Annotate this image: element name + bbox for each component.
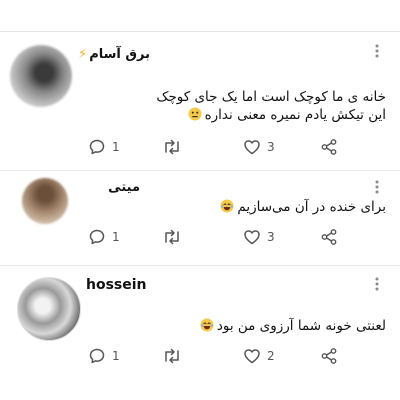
retweet-icon bbox=[165, 348, 179, 364]
more-options-icon[interactable] bbox=[373, 180, 381, 194]
comment-line-1: خانه ی ما کوچک است اما یک جای کوچک bbox=[156, 89, 386, 105]
retweet-button[interactable] bbox=[162, 226, 188, 248]
retweet-icon bbox=[165, 229, 179, 245]
lightning-icon: ⚡ bbox=[78, 47, 88, 62]
reply-icon bbox=[89, 139, 105, 155]
author-name-text: برق آسام bbox=[89, 47, 150, 62]
comment-2: میتی برای خنده در آن می‌سازیم 1 3 bbox=[0, 170, 400, 265]
comment-3: hossein لعنتی خونه شما آرزوی من بود 1 2 bbox=[0, 265, 400, 400]
share-button[interactable] bbox=[320, 226, 338, 248]
share-icon bbox=[321, 139, 337, 155]
share-icon bbox=[321, 229, 337, 245]
like-button[interactable]: 3 bbox=[243, 136, 275, 158]
reply-button[interactable]: 1 bbox=[88, 136, 120, 158]
comment-text: خانه ی ما کوچک است اما یک جای کوچک این ت… bbox=[156, 88, 386, 124]
comment-1: برق آسام⚡ خانه ی ما کوچک است اما یک جای … bbox=[0, 0, 400, 170]
avatar[interactable] bbox=[10, 45, 72, 107]
comment-line-2: این تیکش یادم نمیره معنی نداره bbox=[156, 106, 386, 124]
share-button[interactable] bbox=[320, 345, 338, 367]
heart-icon bbox=[244, 230, 260, 245]
reply-icon bbox=[89, 229, 105, 245]
author-name[interactable]: برق آسام⚡ bbox=[78, 47, 150, 62]
comment-line-2-text: این تیکش یادم نمیره معنی نداره bbox=[204, 107, 386, 123]
heart-icon bbox=[244, 349, 260, 364]
reply-count: 1 bbox=[112, 140, 120, 154]
like-button[interactable]: 2 bbox=[243, 345, 275, 367]
action-bar: 1 3 bbox=[0, 136, 400, 158]
heart-icon bbox=[244, 140, 260, 155]
like-count: 3 bbox=[267, 140, 275, 154]
laughing-face-emoji-icon bbox=[220, 199, 234, 213]
reply-icon bbox=[89, 348, 105, 364]
author-name[interactable]: hossein bbox=[86, 277, 147, 293]
comment-text: برای خنده در آن می‌سازیم bbox=[220, 198, 386, 216]
share-icon bbox=[321, 348, 337, 364]
comment-line-1: برای خنده در آن می‌سازیم bbox=[220, 198, 386, 216]
comment-line-1-text: لعنتی خونه شما آرزوی من بود bbox=[216, 318, 386, 334]
action-bar: 1 3 bbox=[0, 226, 400, 248]
more-options-icon[interactable] bbox=[373, 277, 381, 291]
comment-text: لعنتی خونه شما آرزوی من بود bbox=[200, 317, 386, 335]
laughing-face-emoji-icon bbox=[200, 318, 214, 332]
reply-button[interactable]: 1 bbox=[88, 226, 120, 248]
avatar[interactable] bbox=[17, 277, 81, 341]
comment-line-1: لعنتی خونه شما آرزوی من بود bbox=[200, 317, 386, 335]
reply-button[interactable]: 1 bbox=[88, 345, 120, 367]
retweet-button[interactable] bbox=[162, 345, 188, 367]
author-name[interactable]: میتی bbox=[108, 180, 140, 195]
share-button[interactable] bbox=[320, 136, 338, 158]
more-options-icon[interactable] bbox=[373, 44, 381, 58]
action-bar: 1 2 bbox=[0, 345, 400, 367]
avatar[interactable] bbox=[22, 178, 68, 224]
reply-count: 1 bbox=[112, 230, 120, 244]
reply-count: 1 bbox=[112, 349, 120, 363]
comment-line-1-text: برای خنده در آن می‌سازیم bbox=[237, 199, 386, 215]
retweet-button[interactable] bbox=[162, 136, 188, 158]
retweet-icon bbox=[165, 139, 179, 155]
like-count: 3 bbox=[267, 230, 275, 244]
like-button[interactable]: 3 bbox=[243, 226, 275, 248]
like-count: 2 bbox=[267, 349, 275, 363]
neutral-face-emoji-icon bbox=[188, 107, 202, 121]
